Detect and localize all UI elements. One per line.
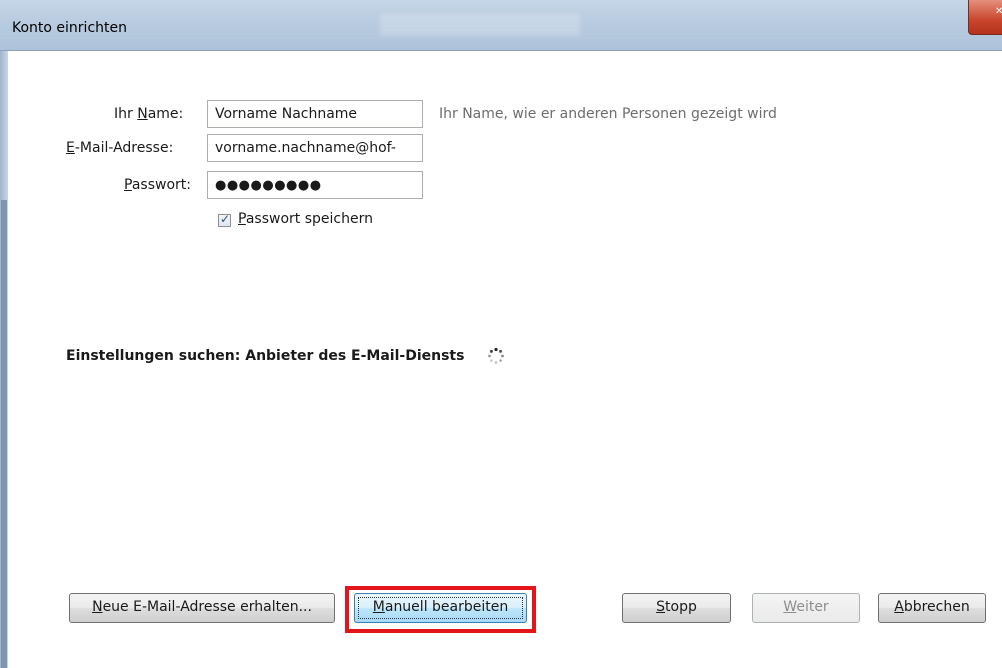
dialog-content: Ihr Name: Vorname Nachname Ihr Name, wie… [8, 51, 1002, 668]
password-label: Passwort: [124, 177, 191, 193]
stop-button[interactable]: Stopp [622, 593, 731, 623]
email-label: E-Mail-Adresse: [66, 140, 174, 156]
name-hint: Ihr Name, wie er anderen Personen gezeig… [439, 106, 777, 122]
manual-edit-button[interactable]: Manuell bearbeiten [354, 593, 527, 623]
status-text: Einstellungen suchen: Anbieter des E-Mai… [66, 348, 465, 364]
cancel-button[interactable]: Abbrechen [878, 593, 986, 623]
name-label: Ihr Name: [114, 106, 184, 122]
remember-password-label[interactable]: Passwort speichern [238, 211, 373, 227]
password-field[interactable]: ●●●●●●●●● [207, 171, 423, 199]
checkmark-icon: ✓ [220, 212, 231, 226]
name-field[interactable]: Vorname Nachname [207, 100, 423, 128]
loading-spinner-icon [488, 347, 504, 364]
new-email-address-button[interactable]: Neue E-Mail-Adresse erhalten... [69, 593, 335, 623]
close-icon: ✕ [995, 6, 1002, 17]
window-frame-bar [1, 200, 7, 668]
focus-ring [358, 597, 523, 619]
title-bar-glare [380, 14, 580, 36]
email-field[interactable]: vorname.nachname@hof- [207, 134, 423, 162]
window-title: Konto einrichten [12, 20, 127, 36]
next-button[interactable]: Weiter [752, 593, 860, 623]
window-close-button[interactable]: ✕ [968, 0, 1002, 35]
title-bar: Konto einrichten ✕ [0, 0, 1002, 51]
account-setup-window: Konto einrichten ✕ Ihr Name: Vorname Nac… [0, 0, 1002, 668]
remember-password-checkbox[interactable]: ✓ [218, 212, 231, 227]
